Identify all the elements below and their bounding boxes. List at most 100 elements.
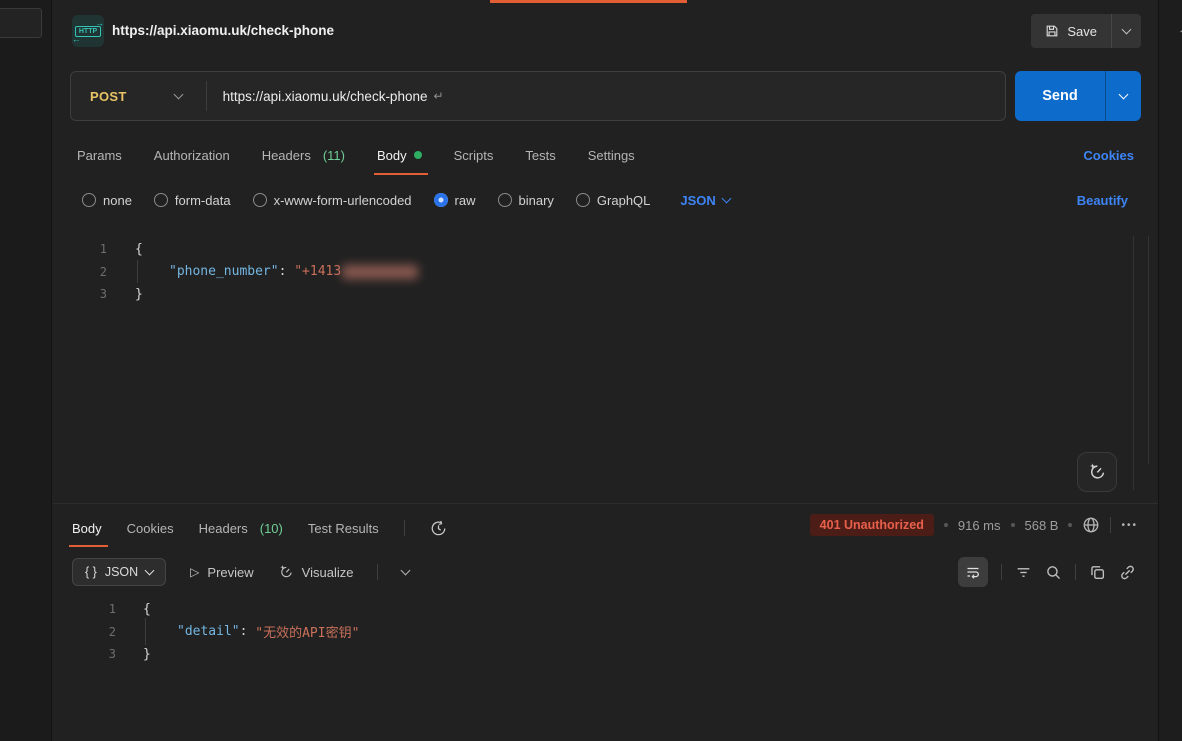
send-split-button: Send <box>1015 71 1141 121</box>
save-button[interactable]: Save <box>1031 14 1111 48</box>
tab-scripts[interactable]: Scripts <box>454 135 494 175</box>
divider <box>1110 517 1111 533</box>
radio-x-www-form-urlencoded[interactable]: x-www-form-urlencoded <box>253 193 412 208</box>
code-line: 1 { <box>53 238 1158 261</box>
json-value: "+1413 <box>294 264 341 279</box>
preview-button[interactable]: ▷ Preview <box>190 565 253 580</box>
body-type-selector: none form-data x-www-form-urlencoded raw… <box>53 185 1158 215</box>
cookies-link[interactable]: Cookies <box>1083 135 1134 175</box>
search-icon <box>1045 564 1062 581</box>
globe-icon <box>1082 516 1100 534</box>
link-icon <box>1119 564 1136 581</box>
radio-selected-icon <box>434 193 448 207</box>
word-wrap-button[interactable] <box>958 557 988 587</box>
response-more-options-button[interactable]: ••• <box>1121 520 1138 531</box>
filter-button[interactable] <box>1015 564 1032 581</box>
right-sidebar-rail: ◂ <box>1158 0 1182 741</box>
sidebar-collapsed-item[interactable] <box>0 8 42 38</box>
copy-icon <box>1089 564 1106 581</box>
response-view-tools <box>958 554 1136 590</box>
send-dropdown-button[interactable] <box>1106 71 1141 121</box>
url-bar-divider <box>206 81 207 111</box>
beautify-link[interactable]: Beautify <box>1077 185 1128 215</box>
line-number: 2 <box>53 265 107 279</box>
headers-count-badge: (11) <box>323 148 345 163</box>
code-line: 1 { <box>53 598 1158 621</box>
chevron-down-icon <box>145 565 155 575</box>
response-size[interactable]: 568 B <box>1025 518 1059 533</box>
braces-icon: { } <box>85 565 97 579</box>
tab-headers[interactable]: Headers(11) <box>262 135 345 175</box>
save-split-button: Save <box>1031 14 1141 48</box>
divider <box>1001 564 1002 580</box>
chevron-down-icon <box>721 193 731 203</box>
copy-response-button[interactable] <box>1089 564 1106 581</box>
http-arrow-left-icon: ← <box>72 35 81 44</box>
tab-settings[interactable]: Settings <box>588 135 635 175</box>
save-dropdown-button[interactable] <box>1112 14 1141 48</box>
editor-scrollbar-track[interactable] <box>1133 236 1134 490</box>
word-wrap-icon <box>965 564 981 580</box>
radio-icon <box>253 193 267 207</box>
http-icon-label: HTTP <box>79 28 97 35</box>
save-floppy-icon <box>1045 24 1059 38</box>
response-body-editor[interactable]: 1 { 2 "detail": "无效的API密钥" 3 } <box>53 598 1158 666</box>
response-headers-count-badge: (10) <box>260 521 283 536</box>
toolbar-chevron-down-button[interactable] <box>401 565 411 575</box>
chevron-down-icon <box>1119 89 1129 99</box>
filter-icon <box>1015 564 1032 581</box>
indent-guide <box>145 618 146 645</box>
visualize-button[interactable]: Visualize <box>278 564 354 580</box>
radio-graphql[interactable]: GraphQL <box>576 193 650 208</box>
method-chevron-down-icon[interactable] <box>175 95 182 98</box>
response-tab-body[interactable]: Body <box>72 509 102 547</box>
url-input[interactable]: https://api.xiaomu.uk/check-phone <box>223 89 428 104</box>
save-button-label: Save <box>1067 24 1097 39</box>
radio-icon <box>498 193 512 207</box>
line-number: 1 <box>53 242 107 256</box>
response-time[interactable]: 916 ms <box>958 518 1001 533</box>
response-tab-headers[interactable]: Headers(10) <box>199 509 283 547</box>
response-tab-test-results[interactable]: Test Results <box>308 509 379 547</box>
share-link-button[interactable] <box>1119 564 1136 581</box>
visualize-sparkle-icon <box>278 564 294 580</box>
raw-format-dropdown[interactable]: JSON <box>680 193 729 208</box>
radio-none[interactable]: none <box>82 193 132 208</box>
radio-binary[interactable]: binary <box>498 193 554 208</box>
status-badge[interactable]: 401 Unauthorized <box>810 514 934 536</box>
tab-authorization[interactable]: Authorization <box>154 135 230 175</box>
divider <box>377 564 378 580</box>
radio-form-data[interactable]: form-data <box>154 193 231 208</box>
radio-icon <box>576 193 590 207</box>
play-icon: ▷ <box>190 565 199 579</box>
separator-dot <box>1011 523 1015 527</box>
indent-guide <box>137 260 138 283</box>
tab-params[interactable]: Params <box>77 135 122 175</box>
body-modified-dot <box>414 151 422 159</box>
line-number: 3 <box>53 287 107 301</box>
json-key: "detail" <box>177 624 240 639</box>
postbot-assistant-button[interactable] <box>1077 452 1117 492</box>
json-key: "phone_number" <box>169 264 279 279</box>
radio-icon <box>82 193 96 207</box>
code-line: 3 } <box>53 283 1158 306</box>
request-title: https://api.xiaomu.uk/check-phone <box>112 23 334 38</box>
separator-dot <box>944 523 948 527</box>
http-request-icon: HTTP → ← <box>72 15 104 47</box>
line-number: 2 <box>53 625 116 639</box>
response-history-button[interactable] <box>430 520 447 537</box>
network-info-button[interactable] <box>1082 516 1100 534</box>
radio-raw[interactable]: raw <box>434 193 476 208</box>
response-format-dropdown[interactable]: { } JSON <box>72 558 166 586</box>
request-body-editor[interactable]: 1 { 2 "phone_number": "+1413 3 } <box>53 232 1158 503</box>
redacted-phone-blur <box>342 265 418 279</box>
method-selector[interactable]: POST <box>71 89 127 104</box>
request-tabs: Params Authorization Headers(11) Body Sc… <box>53 135 1158 175</box>
json-value: "无效的API密钥" <box>255 622 359 641</box>
send-button[interactable]: Send <box>1015 71 1105 121</box>
response-tab-cookies[interactable]: Cookies <box>127 509 174 547</box>
search-button[interactable] <box>1045 564 1062 581</box>
tab-body[interactable]: Body <box>377 135 422 175</box>
tab-tests[interactable]: Tests <box>525 135 555 175</box>
response-status-bar: 401 Unauthorized 916 ms 568 B ••• <box>810 514 1138 536</box>
